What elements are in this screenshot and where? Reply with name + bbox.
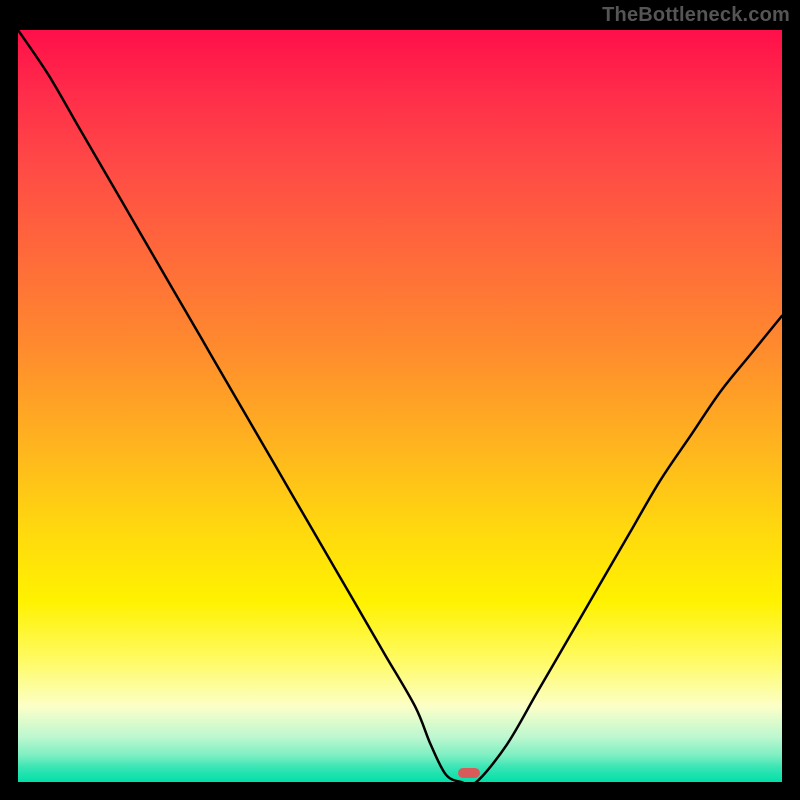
bottleneck-curve xyxy=(18,30,782,782)
chart-frame: TheBottleneck.com xyxy=(0,0,800,800)
watermark-text: TheBottleneck.com xyxy=(602,4,790,27)
minimum-marker xyxy=(458,768,480,778)
plot-area xyxy=(18,30,782,782)
